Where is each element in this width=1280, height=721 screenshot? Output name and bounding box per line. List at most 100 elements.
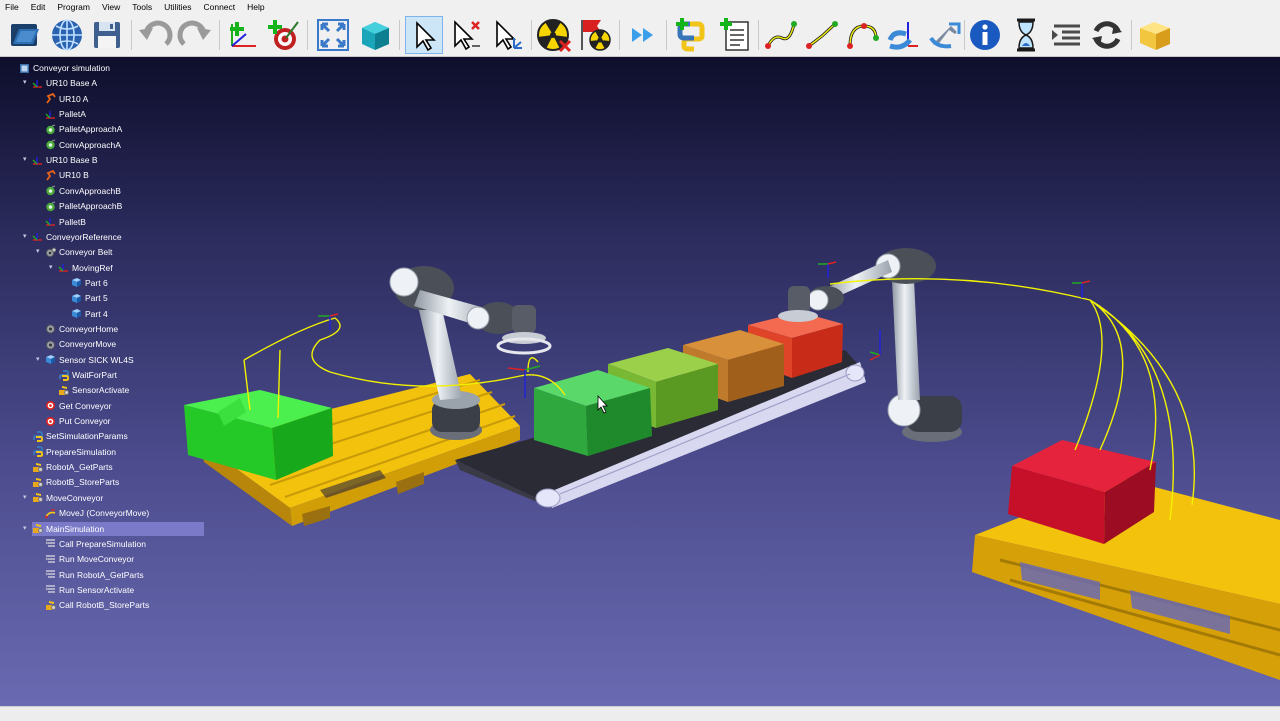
- undo-button[interactable]: [136, 16, 174, 54]
- tree-item[interactable]: Sensor SICK WL4S: [45, 353, 134, 367]
- tree-expand-icon[interactable]: ▾: [23, 79, 30, 86]
- pause-button[interactable]: [1007, 16, 1045, 54]
- move-joint-instruction-button[interactable]: [762, 16, 800, 54]
- toolbar-separator: [964, 20, 965, 50]
- tree-item[interactable]: RobotB_StoreParts: [32, 475, 119, 489]
- tree-item-label: Part 6: [85, 277, 108, 288]
- tree-item-label: Sensor SICK WL4S: [59, 354, 134, 365]
- open-station-icon: [11, 24, 39, 46]
- open-station-button[interactable]: [6, 16, 44, 54]
- collision-check-button[interactable]: [577, 16, 615, 54]
- tree-item[interactable]: MainSimulation: [32, 521, 204, 536]
- tree-item-label: Call RobotB_StoreParts: [59, 600, 150, 611]
- target-icon: [45, 139, 56, 150]
- tree-item[interactable]: Part 5: [71, 291, 108, 305]
- move-linear-instruction-button[interactable]: [803, 16, 841, 54]
- tree-item[interactable]: ConveyorHome: [45, 322, 118, 336]
- tree-item-label: PalletA: [59, 109, 86, 120]
- toolbar-separator: [399, 20, 400, 50]
- select-reference-button[interactable]: [488, 16, 526, 54]
- tree-item[interactable]: Call RobotB_StoreParts: [45, 598, 149, 612]
- tree-item[interactable]: Part 6: [71, 276, 108, 290]
- save-button[interactable]: [88, 16, 126, 54]
- tree-item[interactable]: ConveyorReference: [32, 230, 122, 244]
- collision-check-icon: [581, 20, 611, 51]
- collision-off-button[interactable]: [535, 16, 573, 54]
- tree-item[interactable]: MoveJ (ConveyorMove): [45, 506, 149, 520]
- add-reference-frame-icon: [230, 22, 256, 47]
- tree-item[interactable]: UR10 Base A: [32, 76, 97, 90]
- tree-item[interactable]: Get Conveyor: [45, 399, 111, 413]
- tree-item[interactable]: Call PrepareSimulation: [45, 537, 146, 551]
- tree-item[interactable]: RobotA_GetParts: [32, 460, 113, 474]
- tree-expand-icon[interactable]: ▾: [36, 248, 43, 255]
- tree-expand-icon[interactable]: ▾: [49, 264, 56, 271]
- menu-connect[interactable]: Connect: [197, 0, 241, 14]
- tree-item[interactable]: Run MoveConveyor: [45, 552, 134, 566]
- tree-item-label: RobotA_GetParts: [46, 462, 113, 473]
- tree-item[interactable]: WaitForPart: [58, 368, 117, 382]
- iso-view-button[interactable]: [356, 16, 394, 54]
- tree-expand-icon[interactable]: ▾: [23, 525, 30, 532]
- tree-item[interactable]: MovingRef: [58, 261, 113, 275]
- redo-button[interactable]: [176, 16, 214, 54]
- menu-program[interactable]: Program: [51, 0, 96, 14]
- tree-item[interactable]: SetSimulationParams: [32, 429, 128, 443]
- info-button[interactable]: [966, 16, 1004, 54]
- set-reference-frame-instruction-button[interactable]: [884, 16, 922, 54]
- tree-item[interactable]: PalletApproachB: [45, 199, 122, 213]
- loop-button[interactable]: [1088, 16, 1126, 54]
- tree-item[interactable]: Put Conveyor: [45, 414, 111, 428]
- tree-item[interactable]: PalletA: [45, 107, 86, 121]
- gear-target-icon: [45, 323, 56, 334]
- tree-item[interactable]: Conveyor simulation: [19, 61, 110, 75]
- tree-item[interactable]: Part 4: [71, 307, 108, 321]
- program-icon: [32, 492, 43, 503]
- tree-item[interactable]: UR10 A: [45, 92, 88, 106]
- tree-item[interactable]: ConveyorMove: [45, 337, 116, 351]
- tree-expand-icon[interactable]: ▾: [23, 494, 30, 501]
- tree-item-label: Part 4: [85, 308, 108, 319]
- menu-edit[interactable]: Edit: [25, 0, 52, 14]
- tree-item[interactable]: PalletApproachA: [45, 122, 122, 136]
- status-bar: [0, 706, 1280, 721]
- tree-item[interactable]: UR10 Base B: [32, 153, 98, 167]
- program-call-button[interactable]: [1048, 16, 1086, 54]
- tree-item[interactable]: Conveyor Belt: [45, 245, 112, 259]
- tree-item-label: Run RobotA_GetParts: [59, 569, 144, 580]
- select-delete-button[interactable]: [446, 16, 484, 54]
- tree-item[interactable]: PalletB: [45, 215, 86, 229]
- fast-simulation-button[interactable]: [624, 16, 662, 54]
- menu-utilities[interactable]: Utilities: [158, 0, 197, 14]
- fit-all-button[interactable]: [314, 16, 352, 54]
- tree-item[interactable]: PrepareSimulation: [32, 445, 116, 459]
- menu-file[interactable]: File: [0, 0, 25, 14]
- add-python-program-button[interactable]: [672, 16, 710, 54]
- tree-expand-icon[interactable]: ▾: [36, 356, 43, 363]
- menu-tools[interactable]: Tools: [126, 0, 158, 14]
- tree-item[interactable]: UR10 B: [45, 168, 89, 182]
- tree-item[interactable]: Run RobotA_GetParts: [45, 568, 144, 582]
- move-circular-instruction-button[interactable]: [844, 16, 882, 54]
- menu-view[interactable]: View: [96, 0, 126, 14]
- tree-item-label: UR10 B: [59, 170, 89, 181]
- tree-expand-icon[interactable]: ▾: [23, 156, 30, 163]
- tree-item[interactable]: Run SensorActivate: [45, 583, 134, 597]
- menu-help[interactable]: Help: [241, 0, 270, 14]
- tree-expand-icon[interactable]: ▾: [23, 233, 30, 240]
- tree-item[interactable]: MoveConveyor: [32, 491, 103, 505]
- add-reference-frame-button[interactable]: [224, 16, 262, 54]
- toolbar-separator: [219, 20, 220, 50]
- select-pointer-button[interactable]: [405, 16, 443, 54]
- iso-view-icon: [362, 22, 389, 50]
- set-tool-frame-instruction-button[interactable]: [925, 16, 963, 54]
- online-library-button[interactable]: [48, 16, 86, 54]
- tree-item[interactable]: ConvApproachB: [45, 184, 121, 198]
- toolbar: [0, 14, 1280, 57]
- tree-item[interactable]: ConvApproachA: [45, 138, 121, 152]
- add-target-button[interactable]: [264, 16, 302, 54]
- tree-item[interactable]: SensorActivate: [58, 383, 129, 397]
- box-button[interactable]: [1136, 16, 1174, 54]
- reference-frame-icon: [58, 262, 69, 273]
- add-program-button[interactable]: [716, 16, 754, 54]
